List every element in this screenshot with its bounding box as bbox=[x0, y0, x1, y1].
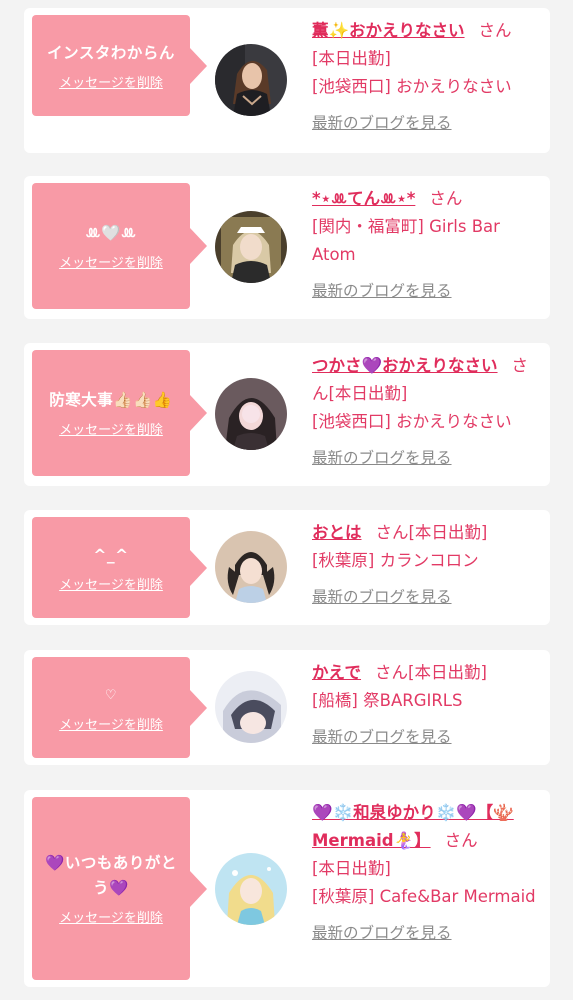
shop-label: [秋葉原] カランコロン bbox=[312, 551, 479, 570]
message-text: ꔛ🤍ꔛ bbox=[85, 224, 137, 242]
message-bubble: 💜いつもありがとう💜 メッセージを削除 bbox=[32, 797, 207, 980]
avatar[interactable] bbox=[215, 531, 287, 603]
message-bubble: 防寒大事👍🏻👍🏻👍 メッセージを削除 bbox=[32, 350, 207, 476]
shop-label: [池袋西口] おかえりなさい bbox=[312, 77, 512, 96]
blog-link[interactable]: 最新のブログを見る bbox=[312, 109, 542, 137]
status-label: [本日出勤] bbox=[328, 384, 408, 403]
delete-message-link[interactable]: メッセージを削除 bbox=[59, 714, 163, 733]
message-bubble: ^_^ メッセージを削除 bbox=[32, 517, 207, 618]
shop-label: [関内・福富町] Girls Bar Atom bbox=[312, 217, 500, 264]
delete-message-link[interactable]: メッセージを削除 bbox=[59, 574, 163, 593]
message-card: ^_^ メッセージを削除 おとは さん[本日出勤] [秋葉原] カランコロン 最新… bbox=[24, 510, 550, 625]
status-label: [本日出勤] bbox=[408, 663, 487, 682]
blog-link[interactable]: 最新のブログを見る bbox=[312, 583, 542, 611]
cast-name-link[interactable]: 薫✨おかえりなさい bbox=[312, 21, 465, 40]
status-label: [本日出勤] bbox=[312, 49, 391, 68]
avatar[interactable] bbox=[215, 211, 287, 283]
honorific: さん bbox=[444, 831, 478, 850]
status-label: [本日出勤] bbox=[312, 859, 391, 878]
cast-name-link[interactable]: 💜❄️和泉ゆかり❄️💜【🪸Mermaid🧜‍♀️】 bbox=[312, 803, 514, 850]
info-block: *⋆ꔛてんꔛ⋆* さん [関内・福富町] Girls Bar Atom 最新のブロ… bbox=[312, 185, 542, 305]
message-text: 防寒大事👍🏻👍🏻👍 bbox=[49, 391, 173, 409]
honorific: さん bbox=[375, 663, 409, 682]
avatar[interactable] bbox=[215, 853, 287, 925]
woman-portrait-twintail-icon bbox=[215, 531, 287, 603]
delete-message-link[interactable]: メッセージを削除 bbox=[59, 907, 163, 926]
message-text: インスタわからん bbox=[47, 43, 175, 62]
woman-portrait-blonde-mermaid-icon bbox=[215, 853, 287, 925]
avatar[interactable] bbox=[215, 44, 287, 116]
message-card: 💜いつもありがとう💜 メッセージを削除 💜❄️和泉ゆかり❄️💜【🪸Mermaid… bbox=[24, 790, 550, 987]
status-label: [本日出勤] bbox=[408, 523, 488, 542]
shop-label: [船橋] 祭BARGIRLS bbox=[312, 691, 463, 710]
blog-link[interactable]: 最新のブログを見る bbox=[312, 919, 542, 947]
honorific: さん bbox=[375, 523, 409, 542]
honorific: さん bbox=[429, 189, 463, 208]
message-card: インスタわからん メッセージを削除 薫✨おかえりなさい さん [本日出勤] [池袋… bbox=[24, 8, 550, 153]
blog-link[interactable]: 最新のブログを見る bbox=[312, 723, 542, 751]
message-text: 💜いつもありがとう💜 bbox=[45, 854, 177, 897]
delete-message-link[interactable]: メッセージを削除 bbox=[59, 72, 163, 91]
message-text: ♡ bbox=[104, 687, 118, 703]
blog-link[interactable]: 最新のブログを見る bbox=[312, 277, 542, 305]
shop-label: [秋葉原] Cafe&Bar Mermaid bbox=[312, 887, 536, 906]
message-card: 防寒大事👍🏻👍🏻👍 メッセージを削除 つかさ💜おかえりなさい さん[本日出勤] [… bbox=[24, 343, 550, 486]
blog-link[interactable]: 最新のブログを見る bbox=[312, 444, 542, 472]
message-bubble: インスタわからん メッセージを削除 bbox=[32, 15, 207, 116]
cast-name-link[interactable]: かえで bbox=[312, 663, 361, 682]
message-list: インスタわからん メッセージを削除 薫✨おかえりなさい さん [本日出勤] [池袋… bbox=[0, 0, 573, 1000]
delete-message-link[interactable]: メッセージを削除 bbox=[59, 419, 163, 438]
info-block: 薫✨おかえりなさい さん [本日出勤] [池袋西口] おかえりなさい 最新のブログ… bbox=[312, 17, 542, 137]
cast-name-link[interactable]: *⋆ꔛてんꔛ⋆* bbox=[312, 189, 415, 208]
shop-label: [池袋西口] おかえりなさい bbox=[312, 412, 512, 431]
message-bubble: ꔛ🤍ꔛ メッセージを削除 bbox=[32, 183, 207, 309]
info-block: つかさ💜おかえりなさい さん[本日出勤] [池袋西口] おかえりなさい 最新のブロ… bbox=[312, 352, 542, 472]
info-block: かえで さん[本日出勤] [船橋] 祭BARGIRLS 最新のブログを見る bbox=[312, 659, 542, 751]
info-block: おとは さん[本日出勤] [秋葉原] カランコロン 最新のブログを見る bbox=[312, 519, 542, 611]
message-card: ꔛ🤍ꔛ メッセージを削除 *⋆ꔛてんꔛ⋆* さん [関内・福富町] Girls B… bbox=[24, 176, 550, 319]
woman-portrait-silver-hair-icon bbox=[215, 671, 287, 743]
cast-name-link[interactable]: つかさ💜おかえりなさい bbox=[312, 356, 498, 375]
delete-message-link[interactable]: メッセージを削除 bbox=[59, 252, 163, 271]
message-bubble: ♡ メッセージを削除 bbox=[32, 657, 207, 758]
honorific: さん bbox=[478, 21, 512, 40]
message-text: ^_^ bbox=[93, 545, 129, 564]
avatar[interactable] bbox=[215, 378, 287, 450]
woman-portrait-dark-icon bbox=[215, 44, 287, 116]
message-card: ♡ メッセージを削除 かえで さん[本日出勤] [船橋] 祭BARGIRLS 最新… bbox=[24, 650, 550, 765]
avatar[interactable] bbox=[215, 671, 287, 743]
woman-portrait-blur-icon bbox=[215, 378, 287, 450]
info-block: 💜❄️和泉ゆかり❄️💜【🪸Mermaid🧜‍♀️】 さん [本日出勤] [秋葉原]… bbox=[312, 799, 542, 947]
cast-name-link[interactable]: おとは bbox=[312, 523, 362, 542]
woman-portrait-maid-icon bbox=[215, 211, 287, 283]
